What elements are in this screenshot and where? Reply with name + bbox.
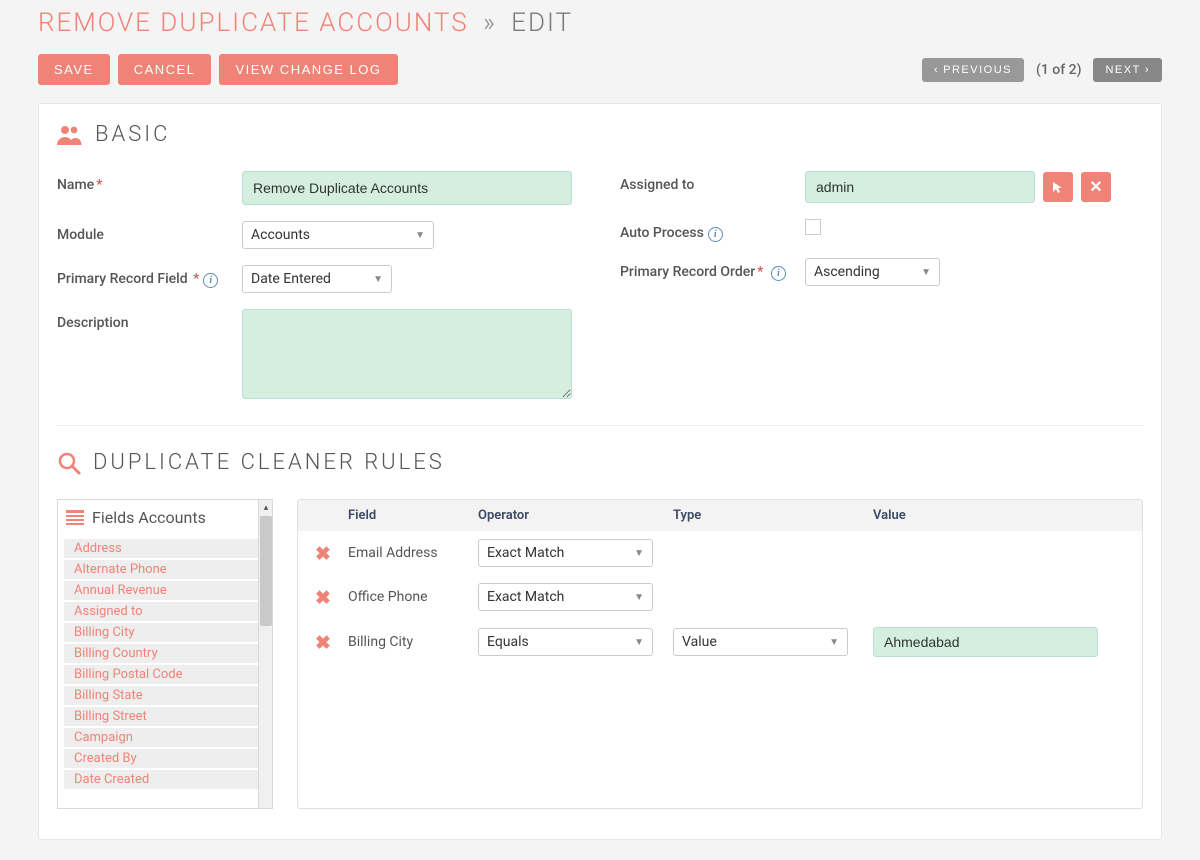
rules-section-head: DUPLICATE CLEANER RULES xyxy=(39,450,1161,475)
search-icon xyxy=(57,451,81,475)
primary-record-field-label: Primary Record Field *i xyxy=(57,265,242,288)
field-item[interactable]: Date Created xyxy=(64,770,266,789)
save-button[interactable]: SAVE xyxy=(38,54,110,85)
primary-record-order-select[interactable]: Ascending ▼ xyxy=(805,258,940,286)
chevron-left-icon: ‹ xyxy=(934,64,939,76)
assigned-to-input[interactable] xyxy=(805,171,1035,203)
col-type: Type xyxy=(673,508,873,523)
rule-type-value: Value xyxy=(682,634,717,650)
rule-field: Office Phone xyxy=(348,589,478,605)
previous-label: PREVIOUS xyxy=(943,64,1012,76)
module-label: Module xyxy=(57,221,242,243)
col-field: Field xyxy=(348,508,478,523)
field-item[interactable]: Created By xyxy=(64,749,266,768)
rule-operator-value: Equals xyxy=(487,634,529,650)
field-item[interactable]: Alternate Phone xyxy=(64,560,266,579)
primary-record-field-select[interactable]: Date Entered ▼ xyxy=(242,265,392,293)
field-item[interactable]: Billing Street xyxy=(64,707,266,726)
description-label: Description xyxy=(57,309,242,331)
remove-rule-button[interactable]: ✖ xyxy=(298,542,348,565)
fields-panel: Fields Accounts Address Alternate Phone An… xyxy=(57,499,273,809)
auto-process-checkbox[interactable] xyxy=(805,219,821,235)
rules-table: Field Operator Type Value ✖Email Address… xyxy=(297,499,1143,809)
main-card: BASIC Name* Module Accounts ▼ xyxy=(38,103,1162,840)
primary-record-field-value: Date Entered xyxy=(251,271,331,287)
breadcrumb-separator: » xyxy=(483,8,497,38)
field-item[interactable]: Billing Country xyxy=(64,644,266,663)
col-value: Value xyxy=(873,508,1142,523)
assigned-to-picker-button[interactable] xyxy=(1043,172,1073,202)
caret-down-icon: ▼ xyxy=(634,548,644,559)
close-icon: ✕ xyxy=(1089,177,1102,197)
field-item[interactable]: Billing State xyxy=(64,686,266,705)
caret-down-icon: ▼ xyxy=(634,637,644,648)
field-item[interactable]: Billing City xyxy=(64,623,266,642)
rules-row: ✖Email Address Exact Match ▼ xyxy=(298,531,1142,575)
rule-type-select[interactable]: Value ▼ xyxy=(673,628,848,656)
fields-scrollbar[interactable]: ▴ xyxy=(258,500,272,808)
view-change-log-button[interactable]: VIEW CHANGE LOG xyxy=(219,54,397,85)
basic-section-head: BASIC xyxy=(39,122,1161,147)
chevron-right-icon: › xyxy=(1145,64,1150,76)
toolbar: SAVE CANCEL VIEW CHANGE LOG ‹ PREVIOUS (… xyxy=(38,54,1162,85)
caret-down-icon: ▼ xyxy=(634,592,644,603)
module-select-value: Accounts xyxy=(251,227,310,243)
module-select[interactable]: Accounts ▼ xyxy=(242,221,434,249)
page-title-main: REMOVE DUPLICATE ACCOUNTS xyxy=(38,8,469,38)
assigned-to-clear-button[interactable]: ✕ xyxy=(1081,172,1111,202)
pager-text: (1 of 2) xyxy=(1036,62,1082,78)
fields-icon xyxy=(66,510,84,526)
scroll-thumb[interactable] xyxy=(260,516,272,626)
page-title-sub: EDIT xyxy=(511,8,573,38)
caret-down-icon: ▼ xyxy=(373,274,383,285)
field-item[interactable]: Assigned to xyxy=(64,602,266,621)
primary-record-order-value: Ascending xyxy=(814,264,880,280)
info-icon[interactable]: i xyxy=(771,266,786,281)
description-textarea[interactable] xyxy=(242,309,572,399)
rule-value-input[interactable] xyxy=(873,627,1098,657)
field-item[interactable]: Address xyxy=(64,539,266,558)
rules-row: ✖Billing City Equals ▼ Value ▼ xyxy=(298,619,1142,665)
fields-panel-title: Fields Accounts xyxy=(92,508,206,527)
section-divider xyxy=(57,425,1143,426)
previous-button[interactable]: ‹ PREVIOUS xyxy=(922,58,1024,82)
name-input[interactable] xyxy=(242,171,572,205)
rule-operator-value: Exact Match xyxy=(487,589,564,605)
caret-down-icon: ▼ xyxy=(829,637,839,648)
col-operator: Operator xyxy=(478,508,673,523)
rule-operator-value: Exact Match xyxy=(487,545,564,561)
rule-operator-select[interactable]: Exact Match ▼ xyxy=(478,539,653,567)
primary-record-order-label: Primary Record Order* i xyxy=(620,258,805,281)
page-title: REMOVE DUPLICATE ACCOUNTS » EDIT xyxy=(38,8,1162,38)
scroll-up-icon: ▴ xyxy=(259,500,273,516)
rules-title: DUPLICATE CLEANER RULES xyxy=(93,450,445,475)
field-item[interactable]: Campaign xyxy=(64,728,266,747)
rule-field: Email Address xyxy=(348,545,478,561)
next-button[interactable]: NEXT › xyxy=(1093,58,1162,82)
name-label: Name* xyxy=(57,171,242,193)
basic-title: BASIC xyxy=(95,122,170,147)
rule-operator-select[interactable]: Exact Match ▼ xyxy=(478,583,653,611)
field-item[interactable]: Annual Revenue xyxy=(64,581,266,600)
cancel-button[interactable]: CANCEL xyxy=(118,54,212,85)
field-item[interactable]: Billing Postal Code xyxy=(64,665,266,684)
auto-process-label: Auto Processi xyxy=(620,219,805,242)
info-icon[interactable]: i xyxy=(708,227,723,242)
cursor-icon xyxy=(1051,180,1066,195)
caret-down-icon: ▼ xyxy=(415,230,425,241)
next-label: NEXT xyxy=(1105,64,1140,76)
caret-down-icon: ▼ xyxy=(921,267,931,278)
rules-row: ✖Office Phone Exact Match ▼ xyxy=(298,575,1142,619)
rule-operator-select[interactable]: Equals ▼ xyxy=(478,628,653,656)
info-icon[interactable]: i xyxy=(203,273,218,288)
rule-field: Billing City xyxy=(348,634,478,650)
assigned-to-label: Assigned to xyxy=(620,171,805,193)
remove-rule-button[interactable]: ✖ xyxy=(298,631,348,654)
remove-rule-button[interactable]: ✖ xyxy=(298,586,348,609)
people-icon xyxy=(57,125,83,145)
